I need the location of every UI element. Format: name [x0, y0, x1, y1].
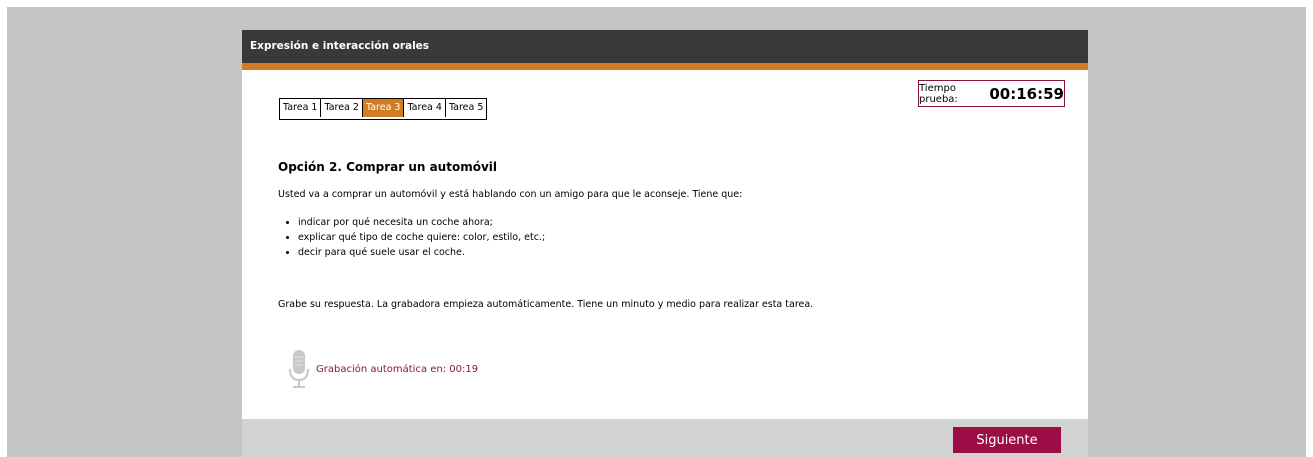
accent-bar — [242, 63, 1088, 70]
task-heading: Opción 2. Comprar un automóvil — [278, 160, 498, 174]
task-bullet: explicar qué tipo de coche quiere: color… — [298, 230, 1058, 245]
task-tabs: Tarea 1 Tarea 2 Tarea 3 Tarea 4 Tarea 5 — [279, 98, 488, 120]
tab-tarea-3[interactable]: Tarea 3 — [362, 99, 405, 117]
tab-tarea-1[interactable]: Tarea 1 — [280, 99, 322, 117]
exam-panel: Expresión e interacción orales Tarea 1 T… — [242, 30, 1088, 457]
footer-bar: Siguiente — [242, 419, 1088, 457]
timer-label: Tiempo prueba: — [919, 82, 958, 105]
task-bullet: decir para qué suele usar el coche. — [298, 245, 1058, 260]
tab-tarea-4[interactable]: Tarea 4 — [404, 99, 446, 117]
microphone-icon — [289, 350, 309, 388]
task-content: Opción 2. Comprar un automóvil Usted va … — [278, 160, 1058, 260]
task-bullets: indicar por qué necesita un coche ahora;… — [278, 215, 1058, 260]
timer-value: 00:16:59 — [989, 84, 1064, 103]
task-intro: Usted va a comprar un automóvil y está h… — [278, 189, 743, 200]
tab-tarea-2[interactable]: Tarea 2 — [321, 99, 363, 117]
tab-tarea-5[interactable]: Tarea 5 — [445, 99, 487, 117]
auto-recorder: Grabación automática en: 00:19 — [288, 349, 478, 389]
task-bullet: indicar por qué necesita un coche ahora; — [298, 215, 1058, 230]
next-button[interactable]: Siguiente — [953, 427, 1061, 453]
page-background: Expresión e interacción orales Tarea 1 T… — [7, 7, 1306, 457]
test-timer: Tiempo prueba: 00:16:59 — [918, 80, 1065, 107]
section-title: Expresión e interacción orales — [242, 30, 1088, 63]
auto-record-countdown: Grabación automática en: 00:19 — [316, 363, 479, 375]
task-instruction: Grabe su respuesta. La grabadora empieza… — [278, 299, 814, 310]
